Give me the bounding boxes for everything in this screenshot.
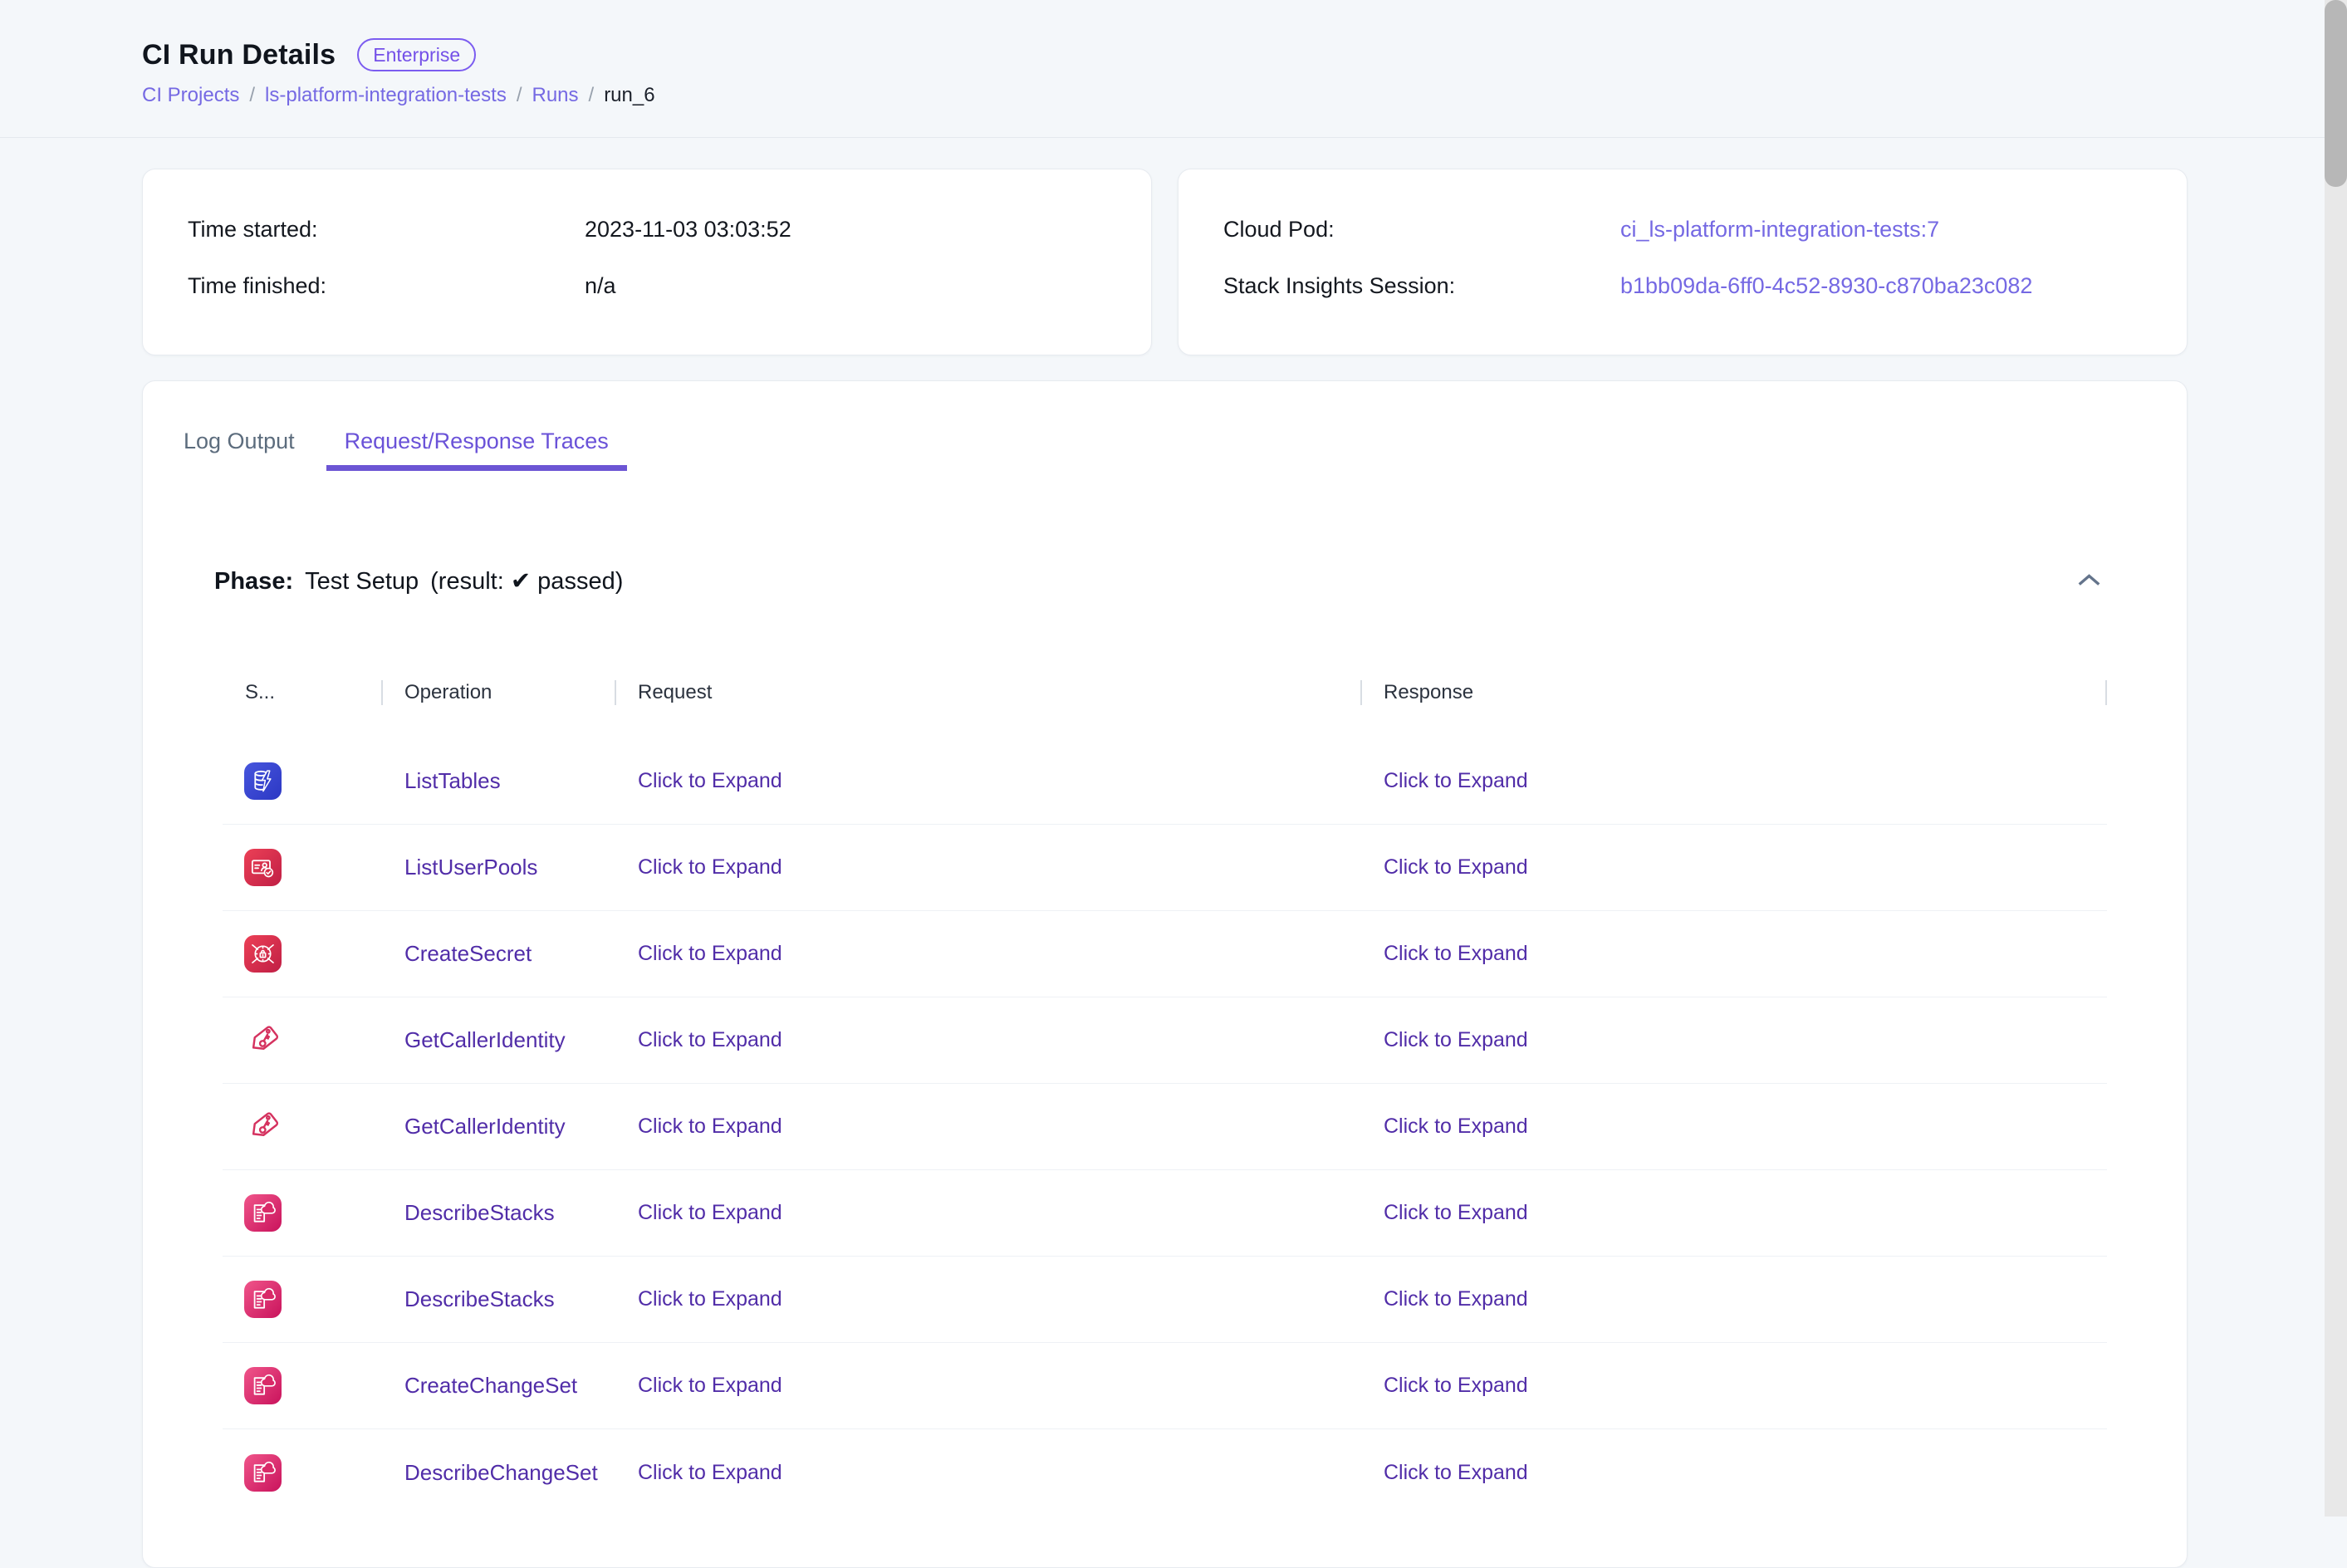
request-expand-link[interactable]: Click to Expand: [615, 855, 1360, 880]
info-cards-row: Time started: 2023-11-03 03:03:52 Time f…: [142, 169, 2188, 355]
time-finished-label: Time finished:: [188, 272, 585, 299]
cloudformation-icon: [244, 1454, 282, 1492]
trace-table: S... Operation Request Response ListTabl…: [223, 674, 2107, 1516]
phase-label: Phase:: [214, 568, 293, 595]
stack-insights-link[interactable]: b1bb09da-6ff0-4c52-8930-c870ba23c082: [1620, 272, 2032, 299]
request-expand-link[interactable]: Click to Expand: [615, 1374, 1360, 1398]
request-expand-link[interactable]: Click to Expand: [615, 942, 1360, 966]
response-expand-link[interactable]: Click to Expand: [1360, 1028, 2107, 1052]
request-expand-link[interactable]: Click to Expand: [615, 1461, 1360, 1485]
breadcrumb-separator: /: [589, 83, 595, 108]
operation-link[interactable]: ListTables: [381, 768, 615, 794]
tab-bar: Log Output Request/Response Traces: [165, 424, 2187, 471]
table-row: DescribeStacks Click to Expand Click to …: [223, 1257, 2107, 1343]
dynamodb-icon: [244, 762, 282, 800]
time-info-card: Time started: 2023-11-03 03:03:52 Time f…: [142, 169, 1152, 355]
sts-icon: [244, 1022, 282, 1059]
page-header: CI Run Details Enterprise CI Projects / …: [0, 0, 2347, 138]
operation-link[interactable]: GetCallerIdentity: [381, 1114, 615, 1139]
sts-icon: [244, 1108, 282, 1145]
operation-link[interactable]: DescribeStacks: [381, 1286, 615, 1312]
cloud-pod-row: Cloud Pod: ci_ls-platform-integration-te…: [1223, 216, 2142, 243]
table-row: CreateSecret Click to Expand Click to Ex…: [223, 911, 2107, 997]
operation-link[interactable]: DescribeChangeSet: [381, 1460, 615, 1486]
request-expand-link[interactable]: Click to Expand: [615, 769, 1360, 793]
response-expand-link[interactable]: Click to Expand: [1360, 1115, 2107, 1139]
response-expand-link[interactable]: Click to Expand: [1360, 1201, 2107, 1225]
links-info-card: Cloud Pod: ci_ls-platform-integration-te…: [1178, 169, 2188, 355]
time-finished-value: n/a: [585, 272, 616, 299]
request-expand-link[interactable]: Click to Expand: [615, 1201, 1360, 1225]
operation-link[interactable]: ListUserPools: [381, 855, 615, 880]
traces-card: Log Output Request/Response Traces Phase…: [142, 380, 2188, 1568]
time-started-label: Time started:: [188, 216, 585, 243]
trace-table-header: S... Operation Request Response: [223, 674, 2107, 712]
cloudformation-icon: [244, 1281, 282, 1318]
breadcrumb-separator: /: [517, 83, 522, 108]
cloud-pod-label: Cloud Pod:: [1223, 216, 1620, 243]
scrollbar-thumb[interactable]: [2325, 0, 2347, 187]
stack-insights-label: Stack Insights Session:: [1223, 272, 1620, 299]
phase-name: Test Setup: [305, 568, 419, 595]
table-row: DescribeChangeSet Click to Expand Click …: [223, 1429, 2107, 1516]
breadcrumb-separator: /: [249, 83, 255, 108]
tab-log-output[interactable]: Log Output: [165, 424, 313, 471]
operation-link[interactable]: CreateSecret: [381, 941, 615, 967]
phase-header: Phase: Test Setup (result: ✔ passed): [214, 564, 2104, 597]
table-row: DescribeStacks Click to Expand Click to …: [223, 1170, 2107, 1257]
secretsmanager-icon: [244, 935, 282, 973]
time-started-value: 2023-11-03 03:03:52: [585, 216, 791, 243]
table-row: ListTables Click to Expand Click to Expa…: [223, 738, 2107, 825]
chevron-up-icon: [2078, 572, 2100, 589]
enterprise-badge: Enterprise: [357, 38, 476, 71]
operation-link[interactable]: GetCallerIdentity: [381, 1027, 615, 1053]
tab-request-response-traces[interactable]: Request/Response Traces: [326, 424, 627, 471]
column-header-operation: Operation: [381, 674, 615, 712]
time-finished-row: Time finished: n/a: [188, 272, 1106, 299]
response-expand-link[interactable]: Click to Expand: [1360, 1374, 2107, 1398]
page-title: CI Run Details: [142, 39, 336, 71]
breadcrumb: CI Projects / ls-platform-integration-te…: [142, 83, 2347, 108]
time-started-row: Time started: 2023-11-03 03:03:52: [188, 216, 1106, 243]
cognito-icon: [244, 849, 282, 886]
request-expand-link[interactable]: Click to Expand: [615, 1115, 1360, 1139]
stack-insights-row: Stack Insights Session: b1bb09da-6ff0-4c…: [1223, 272, 2142, 299]
response-expand-link[interactable]: Click to Expand: [1360, 1287, 2107, 1311]
breadcrumb-project[interactable]: ls-platform-integration-tests: [265, 83, 507, 108]
response-expand-link[interactable]: Click to Expand: [1360, 942, 2107, 966]
table-row: ListUserPools Click to Expand Click to E…: [223, 825, 2107, 911]
column-header-request: Request: [615, 674, 1360, 712]
operation-link[interactable]: CreateChangeSet: [381, 1373, 615, 1399]
collapse-phase-button[interactable]: [2075, 569, 2104, 592]
cloudformation-icon: [244, 1194, 282, 1232]
breadcrumb-ci-projects[interactable]: CI Projects: [142, 83, 239, 108]
request-expand-link[interactable]: Click to Expand: [615, 1287, 1360, 1311]
column-header-service: S...: [223, 674, 381, 712]
cloudformation-icon: [244, 1367, 282, 1404]
column-header-response: Response: [1360, 674, 2107, 712]
breadcrumb-runs[interactable]: Runs: [532, 83, 578, 108]
request-expand-link[interactable]: Click to Expand: [615, 1028, 1360, 1052]
breadcrumb-current-run: run_6: [604, 83, 654, 108]
phase-result: (result: ✔ passed): [430, 566, 623, 595]
table-row: GetCallerIdentity Click to Expand Click …: [223, 997, 2107, 1084]
cloud-pod-link[interactable]: ci_ls-platform-integration-tests:7: [1620, 216, 1939, 243]
table-row: CreateChangeSet Click to Expand Click to…: [223, 1343, 2107, 1429]
phase-title: Phase: Test Setup (result: ✔ passed): [214, 566, 623, 595]
table-row: GetCallerIdentity Click to Expand Click …: [223, 1084, 2107, 1170]
response-expand-link[interactable]: Click to Expand: [1360, 1461, 2107, 1485]
response-expand-link[interactable]: Click to Expand: [1360, 855, 2107, 880]
scrollbar-track[interactable]: [2325, 0, 2347, 1517]
response-expand-link[interactable]: Click to Expand: [1360, 769, 2107, 793]
operation-link[interactable]: DescribeStacks: [381, 1200, 615, 1226]
